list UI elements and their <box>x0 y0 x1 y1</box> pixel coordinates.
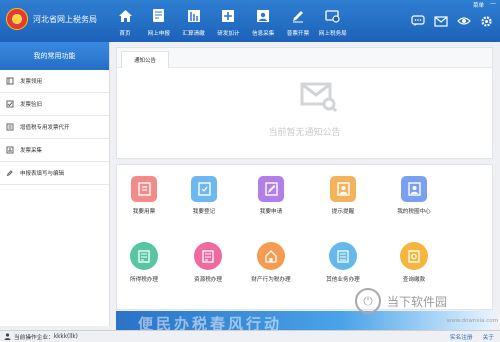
nav-info-collect-label: 信息采集 <box>251 31 275 37</box>
settlement-icon <box>186 8 201 23</box>
func-register[interactable]: 我要登记 <box>177 176 231 215</box>
sidebar-title: 我的常用功能 <box>0 42 109 70</box>
ticket-icon <box>131 176 157 202</box>
current-enterprise: 当前操作企业： kkkk(llk) <box>4 332 78 341</box>
sidebar-item-label: 发票领用 <box>20 79 43 85</box>
func-label: 资源税办理 <box>194 277 222 283</box>
about-link[interactable]: 关于 <box>483 332 494 341</box>
tax-emblem-icon <box>6 8 28 30</box>
func-property-tax[interactable]: 财产行为税办理 <box>244 242 298 283</box>
nav-invoice-label: 普票开票 <box>286 31 310 37</box>
nav-home-label: 首页 <box>119 31 131 37</box>
enterprise-value: kkkk(llk) <box>53 333 78 340</box>
nav-settlement-label: 汇算清缴 <box>182 31 205 37</box>
declare-icon <box>151 8 166 23</box>
tax-bureau-icon <box>325 8 340 23</box>
func-label: 我的税圈中心 <box>397 209 431 215</box>
func-label: 我要用票 <box>132 209 156 215</box>
func-tax-center[interactable]: 我的税圈中心 <box>387 176 441 215</box>
nav-info-collect[interactable]: 信息采集 <box>247 0 279 42</box>
func-label: 其他业务办理 <box>326 277 360 283</box>
right-toolbar <box>402 0 494 42</box>
chat-icon[interactable] <box>410 14 425 28</box>
resource-tax-icon <box>194 242 222 270</box>
nav-tax-bureau-label: 网上税务局 <box>318 31 347 37</box>
func-resource-tax[interactable]: 资源税办理 <box>181 242 235 283</box>
other-business-icon <box>329 242 357 270</box>
nav-rd-plus[interactable]: 研发加计 <box>212 0 244 42</box>
tab-notice[interactable]: 通知公告 <box>121 51 170 68</box>
nav-tax-bureau[interactable]: 网上税务局 <box>317 0 349 42</box>
func-reminder[interactable]: 提示提醒 <box>316 176 370 215</box>
sidebar-item-vat-invoice[interactable]: 增值税专用发票代开 <box>0 116 109 139</box>
watermark-url: www.downxia.com <box>446 318 498 324</box>
app-title: 河北省网上税务局 <box>33 14 97 24</box>
nav-declare[interactable]: 网上申报 <box>143 0 175 42</box>
func-apply[interactable]: 我要申请 <box>244 176 298 215</box>
func-other-business[interactable]: 其他业务办理 <box>316 242 370 283</box>
empty-notice-text: 当前暂无通知公告 <box>268 128 341 138</box>
top-navigation-bar: 河北省网上税务局 首页 网上申报 汇算清缴 研发加计 信息采集 普票开票 网上税… <box>0 0 500 42</box>
func-label: 提示提醒 <box>331 209 355 215</box>
sidebar-item-label: 发票采集 <box>20 148 43 154</box>
status-bar: 当前操作企业： kkkk(llk) 实名注册 关于 <box>0 330 500 342</box>
nav-rd-plus-label: 研发加计 <box>217 31 240 37</box>
sidebar-item-invoice-check[interactable]: 发票验旧 <box>0 93 109 116</box>
sidebar-item-label: 申报表填写与编辑 <box>20 171 65 177</box>
notice-tabbar: 通知公告 <box>117 48 492 68</box>
watermark-brand: 当下软件园 <box>387 294 448 309</box>
tax-center-icon <box>401 176 427 202</box>
invoice-receive-icon <box>6 77 14 85</box>
property-tax-icon <box>257 242 285 270</box>
invoice-pen-icon <box>290 8 305 23</box>
reminder-icon <box>330 176 356 202</box>
sidebar-item-label: 发票验旧 <box>20 102 43 108</box>
mail-icon[interactable] <box>433 14 448 28</box>
form-edit-icon <box>6 170 13 177</box>
nav-settlement[interactable]: 汇算清缴 <box>178 0 210 42</box>
sidebar-item-label: 增值税专用发票代开 <box>20 125 70 131</box>
sidebar-item-invoice-receive[interactable]: 发票领用 <box>0 70 109 93</box>
invoice-collect-icon <box>6 146 14 154</box>
nav-invoice[interactable]: 普票开票 <box>282 0 314 42</box>
user-icon <box>4 333 11 340</box>
watermark: ⏻ 当下软件园 <box>355 286 500 316</box>
func-label: 我要申请 <box>259 209 283 215</box>
func-label: 所得税办理 <box>130 277 158 283</box>
func-label: 我要登记 <box>192 209 216 215</box>
func-use-ticket[interactable]: 我要用票 <box>117 176 171 215</box>
rd-plus-icon <box>221 8 236 23</box>
income-tax-icon <box>130 242 158 270</box>
home-icon <box>118 8 133 23</box>
watermark-logo-icon: ⏻ <box>355 288 381 314</box>
gear-icon[interactable] <box>479 14 494 28</box>
enterprise-label: 当前操作企业： <box>14 335 54 341</box>
func-query-payment[interactable]: 查询缴款 <box>387 242 441 283</box>
info-collect-icon <box>256 8 271 23</box>
notice-panel: 通知公告 当前暂无通知公告 <box>116 47 493 159</box>
register-icon <box>191 176 217 202</box>
eye-icon[interactable] <box>456 14 471 28</box>
apply-icon <box>258 176 284 202</box>
nav-home[interactable]: 首页 <box>110 0 140 42</box>
status-links: 实名注册 关于 <box>450 332 494 341</box>
sidebar: 我的常用功能 发票领用 发票验旧 增值税专用发票代开 发票采集 申报表填写与编辑 <box>0 42 110 326</box>
register-link[interactable]: 实名注册 <box>450 332 473 341</box>
invoice-check-icon <box>6 100 14 108</box>
main-navigation: 首页 网上申报 汇算清缴 研发加计 信息采集 普票开票 网上税务局 <box>110 0 352 42</box>
sidebar-item-form-edit[interactable]: 申报表填写与编辑 <box>0 162 109 185</box>
logo: 河北省网上税务局 <box>6 8 97 30</box>
func-label: 财产行为税办理 <box>251 277 291 283</box>
func-label: 查询缴款 <box>402 277 426 283</box>
banner-text: 便民办税春风行动 <box>138 315 283 330</box>
empty-mail-search-icon <box>300 82 337 113</box>
sidebar-item-invoice-collect[interactable]: 发票采集 <box>0 139 109 162</box>
query-payment-icon <box>400 242 428 270</box>
func-income-tax[interactable]: 所得税办理 <box>117 242 171 283</box>
vat-invoice-icon <box>6 123 14 131</box>
nav-declare-label: 网上申报 <box>147 31 170 37</box>
